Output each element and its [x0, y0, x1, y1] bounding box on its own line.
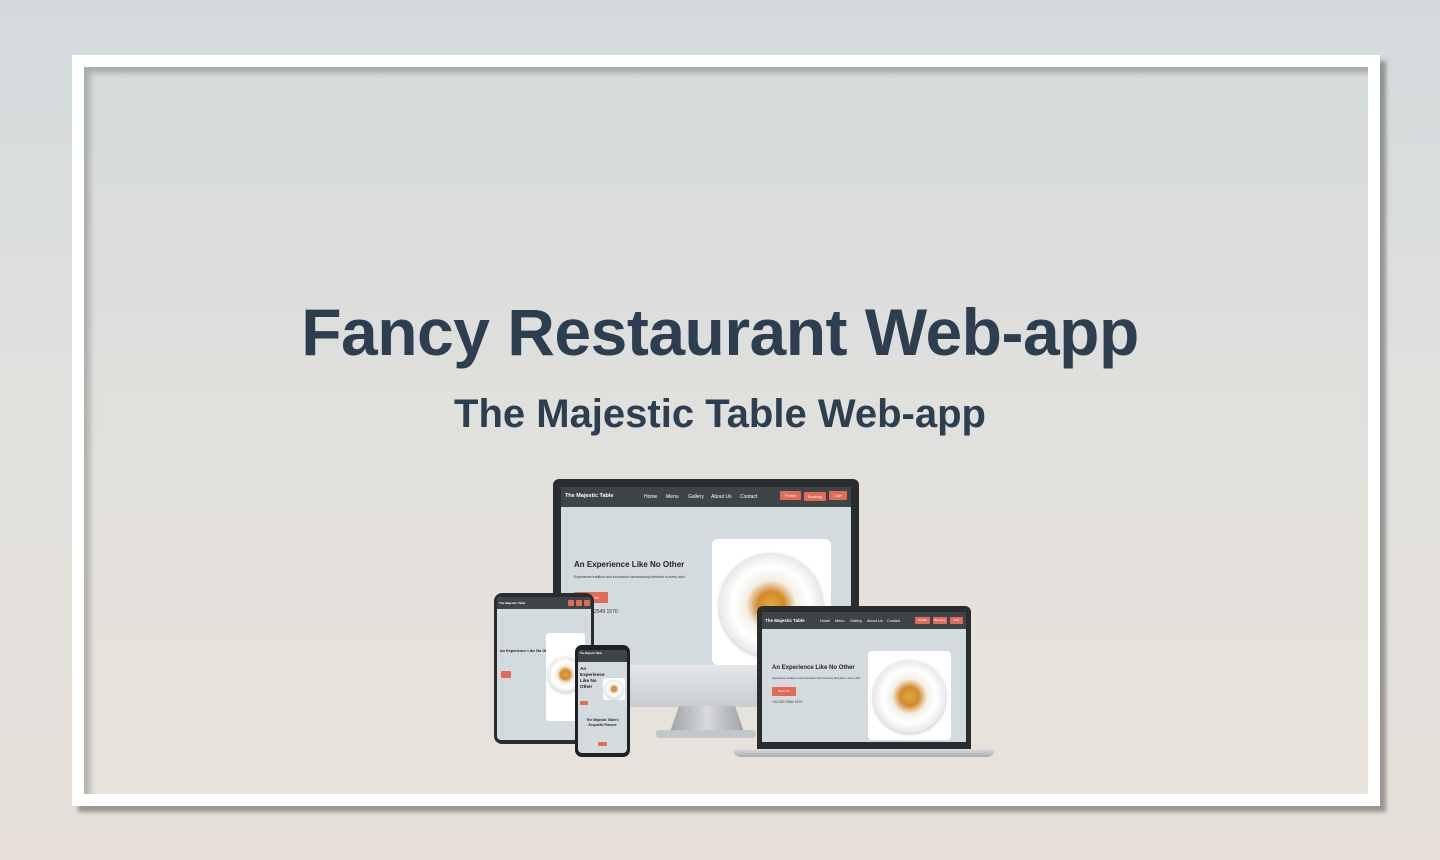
laptop-booking-button[interactable]: Booking	[933, 617, 947, 624]
hero-text: Experience tradition and innovation harm…	[574, 575, 686, 579]
phone-navbar: The Majestic Table	[578, 650, 627, 662]
laptop-screen: The Majestic Table Home Menu Gallery Abo…	[762, 612, 966, 742]
booking-button[interactable]: Booking	[804, 492, 826, 501]
nav-gallery[interactable]: Gallery	[688, 494, 704, 500]
phone-section-heading: The Majestic Table's Exquisite Flavors	[586, 718, 619, 727]
tablet-hero-heading: An Experience Like No Other	[500, 649, 553, 653]
tablet-navbar: The Majestic Table	[497, 597, 591, 609]
cart-button[interactable]: Cart	[829, 491, 847, 500]
tablet-cart-button[interactable]	[584, 600, 590, 606]
laptop-cta-button[interactable]: Book Us	[772, 687, 796, 696]
site-navbar: The Majestic Table Home Menu Gallery Abo…	[561, 487, 851, 507]
phone-image-card	[603, 678, 625, 700]
laptop-navbar: The Majestic Table Home Menu Gallery Abo…	[762, 612, 966, 629]
laptop-base	[733, 749, 995, 757]
tablet-profile-button[interactable]	[568, 600, 574, 606]
laptop-nav-home[interactable]: Home	[820, 619, 830, 623]
phone-dish-image	[605, 680, 623, 698]
phone-brand[interactable]: The Majestic Table	[580, 652, 602, 655]
tablet-booking-button[interactable]	[576, 600, 582, 606]
laptop-image-card	[868, 651, 951, 740]
laptop-profile-button[interactable]: Profile	[915, 617, 930, 624]
laptop-nav-gallery[interactable]: Gallery	[850, 619, 862, 623]
tablet-cta-button[interactable]	[501, 671, 511, 678]
laptop-cart-button[interactable]: Cart	[950, 617, 963, 624]
nav-about[interactable]: About Us	[711, 494, 732, 500]
monitor-foot	[656, 730, 756, 738]
profile-button[interactable]: Profile	[780, 491, 801, 500]
tablet-brand[interactable]: The Majestic Table	[499, 601, 525, 605]
nav-contact[interactable]: Contact	[740, 494, 757, 500]
nav-menu[interactable]: Menu	[666, 494, 679, 500]
page-subtitle: The Majestic Table Web-app	[454, 392, 986, 436]
hero-heading: An Experience Like No Other	[574, 560, 685, 569]
site-brand[interactable]: The Majestic Table	[565, 493, 614, 499]
phone-hero-heading: An Experience Like No Other	[580, 666, 605, 689]
laptop-brand[interactable]: The Majestic Table	[765, 618, 805, 623]
laptop-hero-text: Experience tradition and innovation harm…	[772, 676, 862, 680]
phone-cta-button[interactable]	[580, 701, 588, 705]
laptop-nav-menu[interactable]: Menu	[835, 619, 845, 623]
laptop-hero-heading: An Experience Like No Other	[772, 665, 855, 671]
laptop-phone: +44 020 2549 1570	[772, 700, 803, 704]
hero-phone: 2549 1570	[594, 609, 618, 615]
monitor-stand	[670, 706, 744, 732]
nav-home[interactable]: Home	[644, 494, 657, 500]
page-title: Fancy Restaurant Web-app	[301, 295, 1139, 369]
laptop-dish-image	[873, 660, 946, 733]
phone-screen: The Majestic Table An Experience Like No…	[578, 650, 627, 753]
laptop-nav-contact[interactable]: Contact	[887, 619, 900, 623]
phone-section-button[interactable]	[598, 742, 607, 746]
laptop-nav-about[interactable]: About Us	[867, 619, 883, 623]
